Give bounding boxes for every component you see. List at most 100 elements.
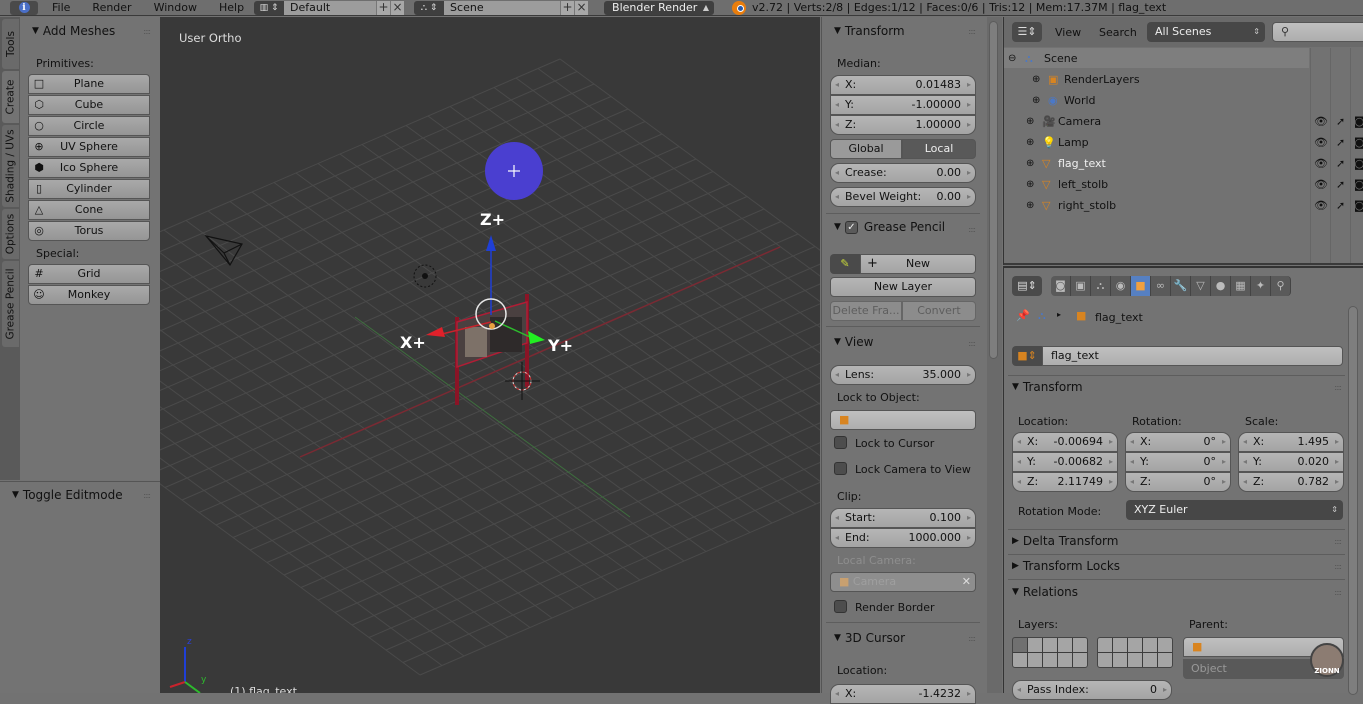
render-border-checkbox[interactable] bbox=[834, 600, 847, 613]
3d-cursor-panel-header[interactable]: ▼ 3D Cursor bbox=[834, 627, 905, 649]
outliner-item-name[interactable]: World bbox=[1064, 94, 1096, 107]
add-cylinder-button[interactable]: ▯ Cylinder bbox=[28, 179, 150, 199]
add-uv-sphere-button[interactable]: ⊕ UV Sphere bbox=[28, 137, 150, 157]
layer-toggle[interactable] bbox=[1113, 638, 1127, 652]
tab-grease-pencil[interactable]: Grease Pencil bbox=[2, 261, 19, 347]
clip-end-field[interactable]: End: 1000.000 bbox=[830, 528, 976, 548]
location-x-field[interactable]: X: -0.00694 bbox=[1012, 432, 1118, 452]
outliner-item-name[interactable]: Camera bbox=[1058, 115, 1101, 128]
add-screen-button[interactable]: + bbox=[376, 0, 391, 15]
remove-scene-button[interactable]: × bbox=[574, 0, 589, 15]
pass-index-field[interactable]: Pass Index: 0 bbox=[1012, 680, 1172, 700]
tab-options[interactable]: Options bbox=[2, 209, 19, 259]
transform-panel-header[interactable]: ▼ Transform bbox=[834, 20, 905, 42]
outliner-search-menu[interactable]: Search bbox=[1099, 26, 1137, 39]
drag-grip-icon[interactable]: :::: bbox=[143, 491, 151, 500]
lock-to-object-field[interactable]: ■ bbox=[830, 410, 976, 430]
menu-help[interactable]: Help bbox=[219, 1, 244, 14]
tab-constraints-icon[interactable]: ∞ bbox=[1151, 276, 1171, 296]
drag-grip-icon[interactable]: :::: bbox=[1334, 537, 1342, 546]
render-engine-select[interactable]: Blender Render ▲ bbox=[604, 0, 715, 15]
scale-x-field[interactable]: X: 1.495 bbox=[1238, 432, 1344, 452]
global-toggle[interactable]: Global bbox=[830, 139, 902, 159]
screen-layout-field[interactable]: Default bbox=[284, 0, 377, 15]
add-monkey-button[interactable]: ☺ Monkey bbox=[28, 285, 150, 305]
menu-render[interactable]: Render bbox=[92, 1, 131, 14]
tab-texture-icon[interactable]: ▦ bbox=[1231, 276, 1251, 296]
clip-start-field[interactable]: Start: 0.100 bbox=[830, 508, 976, 528]
drag-grip-icon[interactable]: :::: bbox=[968, 634, 976, 643]
new-grease-pencil-button[interactable]: + New bbox=[860, 254, 976, 274]
crease-field[interactable]: Crease: 0.00 bbox=[830, 163, 976, 183]
grease-pencil-panel-header[interactable]: ▼ ✓ Grease Pencil bbox=[834, 216, 945, 238]
drag-grip-icon[interactable]: :::: bbox=[968, 339, 976, 348]
menu-window[interactable]: Window bbox=[154, 1, 197, 14]
median-z-field[interactable]: Z: 1.00000 bbox=[830, 115, 976, 135]
outliner-item-left-stolb[interactable]: ⊕ ▽ left_stolb 👁 ➚ ◙ bbox=[1004, 174, 1363, 195]
select-cursor-icon[interactable]: ➚ bbox=[1336, 115, 1345, 128]
render-camera-icon[interactable]: ◙ bbox=[1354, 157, 1363, 170]
layer-toggle[interactable] bbox=[1058, 638, 1072, 652]
lock-to-cursor-checkbox[interactable] bbox=[834, 436, 847, 449]
tab-physics-icon[interactable]: ⚲ bbox=[1271, 276, 1291, 296]
add-cone-button[interactable]: △ Cone bbox=[28, 200, 150, 220]
drag-grip-icon[interactable]: :::: bbox=[1334, 383, 1342, 392]
grease-pencil-checkbox[interactable]: ✓ bbox=[844, 220, 858, 234]
expand-icon[interactable]: ⊕ bbox=[1032, 95, 1040, 106]
layer-toggle[interactable] bbox=[1043, 638, 1057, 652]
tab-shading-uvs[interactable]: Shading / UVs bbox=[2, 125, 19, 207]
tab-material-icon[interactable]: ● bbox=[1211, 276, 1231, 296]
lens-field[interactable]: Lens: 35.000 bbox=[830, 365, 976, 385]
drag-grip-icon[interactable]: :::: bbox=[1334, 562, 1342, 571]
layer-toggle[interactable] bbox=[1028, 638, 1042, 652]
scrollbar-thumb[interactable] bbox=[989, 21, 998, 359]
outliner-view-menu[interactable]: View bbox=[1055, 26, 1081, 39]
add-torus-button[interactable]: ◎ Torus bbox=[28, 221, 150, 241]
convert-button[interactable]: Convert bbox=[902, 301, 976, 321]
properties-scrollbar[interactable] bbox=[1348, 306, 1358, 695]
expand-icon[interactable]: ⊕ bbox=[1026, 116, 1034, 127]
layer-toggle[interactable] bbox=[1158, 653, 1172, 667]
screen-layout-icon[interactable]: ▥ ⇕ bbox=[254, 0, 285, 15]
render-camera-icon[interactable]: ◙ bbox=[1354, 115, 1363, 128]
rotation-z-field[interactable]: Z: 0° bbox=[1125, 472, 1231, 492]
rotation-mode-select[interactable]: XYZ Euler ⇕ bbox=[1126, 500, 1343, 520]
tab-data-icon[interactable]: ▽ bbox=[1191, 276, 1211, 296]
drag-grip-icon[interactable]: :::: bbox=[968, 27, 976, 36]
menu-file[interactable]: File bbox=[52, 1, 70, 14]
properties-editor-icon[interactable]: ▤⇕ bbox=[1012, 276, 1042, 296]
eye-icon[interactable]: 👁 bbox=[1314, 178, 1328, 191]
outliner-item-name[interactable]: RenderLayers bbox=[1064, 73, 1140, 86]
delta-transform-header[interactable]: ▶ Delta Transform:::: bbox=[1012, 530, 1345, 552]
expand-icon[interactable]: ⊕ bbox=[1026, 158, 1034, 169]
render-camera-icon[interactable]: ◙ bbox=[1354, 178, 1363, 191]
drag-grip-icon[interactable]: :::: bbox=[143, 27, 151, 36]
outliner-item-world[interactable]: ⊕ ◉ World bbox=[1004, 90, 1363, 111]
location-z-field[interactable]: Z: 2.11749 bbox=[1012, 472, 1118, 492]
local-camera-field[interactable]: ■ Camera ✕ bbox=[830, 572, 976, 592]
outliner-editor-icon[interactable]: ☰⇕ bbox=[1012, 22, 1042, 42]
outliner-search-input[interactable]: ⚲ bbox=[1272, 22, 1363, 42]
outliner-item-right-stolb[interactable]: ⊕ ▽ right_stolb 👁 ➚ ◙ bbox=[1004, 195, 1363, 216]
layers-grid-a[interactable] bbox=[1012, 637, 1088, 668]
3d-viewport[interactable]: User Ortho Z+ X+ Y+ z y (1) flag_text bbox=[160, 17, 820, 693]
pin-icon[interactable]: 📌 bbox=[1016, 309, 1030, 322]
tab-world-icon[interactable]: ◉ bbox=[1111, 276, 1131, 296]
eye-icon[interactable]: 👁 bbox=[1314, 157, 1328, 170]
cursor-x-field[interactable]: X: -1.4232 bbox=[830, 684, 976, 704]
layer-toggle[interactable] bbox=[1158, 638, 1172, 652]
clear-icon[interactable]: ✕ bbox=[962, 573, 971, 591]
eye-icon[interactable]: 👁 bbox=[1314, 136, 1328, 149]
layers-grid-b[interactable] bbox=[1097, 637, 1173, 668]
relations-header[interactable]: ▼ Relations:::: bbox=[1012, 581, 1345, 603]
outliner-item-name[interactable]: right_stolb bbox=[1058, 199, 1116, 212]
layer-toggle[interactable] bbox=[1143, 638, 1157, 652]
outliner-item-lamp[interactable]: ⊕ 💡 Lamp 👁 ➚ ◙ bbox=[1004, 132, 1363, 153]
expand-icon[interactable]: ⊕ bbox=[1026, 200, 1034, 211]
outliner-item-name[interactable]: flag_text bbox=[1058, 157, 1106, 170]
layer-toggle[interactable] bbox=[1043, 653, 1057, 667]
layer-toggle[interactable] bbox=[1073, 638, 1087, 652]
tab-object-icon[interactable]: ■ bbox=[1131, 276, 1151, 296]
properties-region-scrollbar[interactable] bbox=[987, 17, 1002, 693]
eye-icon[interactable]: 👁 bbox=[1314, 115, 1328, 128]
